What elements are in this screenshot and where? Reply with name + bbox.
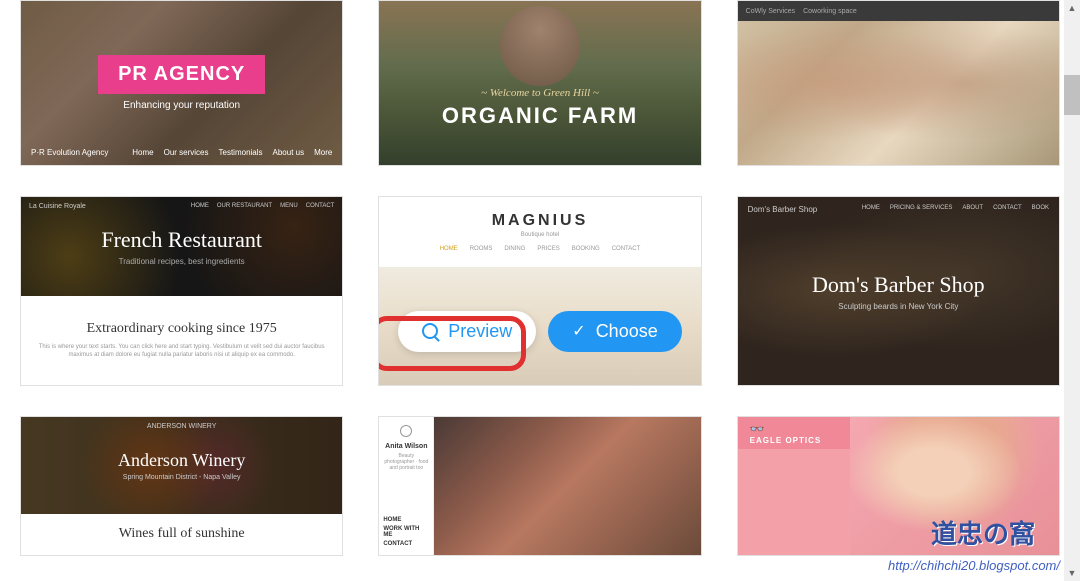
template-brand: La Cuisine Royale <box>29 203 86 210</box>
template-nav: HomeOur servicesTestimonialsAbout usMore <box>132 148 332 157</box>
scroll-up-button[interactable]: ▲ <box>1064 0 1080 16</box>
choose-label: Choose <box>596 321 658 342</box>
scrollbar[interactable]: ▲ ▼ <box>1064 0 1080 581</box>
template-card-french-restaurant[interactable]: La Cuisine Royale HOMEOUR RESTAURANTMENU… <box>20 196 343 386</box>
portrait-image <box>434 417 700 555</box>
preview-label: Preview <box>448 321 512 342</box>
template-card-magnius[interactable]: MAGNIUS Boutique hotel HOMEROOMSDININGPR… <box>378 196 701 386</box>
preview-button[interactable]: Preview <box>398 311 536 352</box>
template-card-organic-farm[interactable]: ~ Welcome to Green Hill ~ ORGANIC FARM <box>378 0 701 166</box>
template-name: Anita Wilson <box>385 443 427 450</box>
template-welcome: ~ Welcome to Green Hill ~ <box>481 87 599 99</box>
template-title: Dom's Barber Shop <box>812 272 985 298</box>
template-title: PR AGENCY <box>98 55 265 94</box>
template-nav: HOMEWORK WITH MECONTACT <box>383 517 429 547</box>
template-card-winery[interactable]: ANDERSON WINERY Anderson Winery Spring M… <box>20 416 343 556</box>
template-subtitle: Spring Mountain District - Napa Valley <box>123 474 241 481</box>
watermark-logo: 道忠の窩 <box>931 514 1035 551</box>
template-nav: HOMEPRICING & SERVICESABOUTCONTACTBOOK <box>862 205 1049 211</box>
template-title: Anderson Winery <box>118 450 245 471</box>
template-card-pr-agency[interactable]: PR AGENCY Enhancing your reputation P·R … <box>20 0 343 166</box>
template-topbar: CoWly Services Coworking space <box>738 1 1059 21</box>
template-tagline: Wines full of sunshine <box>119 526 245 542</box>
scroll-thumb[interactable] <box>1064 75 1080 115</box>
template-subtitle: Enhancing your reputation <box>123 100 240 111</box>
scroll-down-button[interactable]: ▼ <box>1064 565 1080 581</box>
template-text: This is where your text starts. You can … <box>29 343 334 360</box>
template-brand: ANDERSON WINERY <box>21 423 342 430</box>
choose-button[interactable]: ✓ Choose <box>548 311 681 352</box>
template-subtitle: Traditional recipes, best ingredients <box>119 257 245 266</box>
profile-icon <box>400 425 412 437</box>
glasses-icon: 👓 <box>750 422 765 436</box>
check-icon: ✓ <box>572 321 585 341</box>
template-headline: Extraordinary cooking since 1975 <box>87 321 277 337</box>
template-logo: P·R Evolution Agency <box>31 148 108 157</box>
template-subtitle: Sculpting beards in New York City <box>838 302 958 311</box>
template-card-barber-shop[interactable]: Dom's Barber Shop HOMEPRICING & SERVICES… <box>737 196 1060 386</box>
template-subtitle: Beauty photographer · food and portrait … <box>383 453 429 471</box>
template-title: French Restaurant <box>101 227 262 253</box>
farmer-image <box>500 6 580 86</box>
template-brand: EAGLE OPTICS <box>750 436 822 445</box>
template-card-anita-wilson[interactable]: Anita Wilson Beauty photographer · food … <box>378 416 701 556</box>
template-brand: Dom's Barber Shop <box>748 205 818 214</box>
template-nav: HOMEOUR RESTAURANTMENUCONTACT <box>191 203 334 209</box>
search-icon <box>422 323 438 339</box>
template-title: ORGANIC FARM <box>442 103 638 129</box>
people-image <box>738 1 1059 165</box>
watermark-url: http://chihchi20.blogspot.com/ <box>888 558 1060 573</box>
template-card-coworking[interactable]: CoWly Services Coworking space <box>737 0 1060 166</box>
